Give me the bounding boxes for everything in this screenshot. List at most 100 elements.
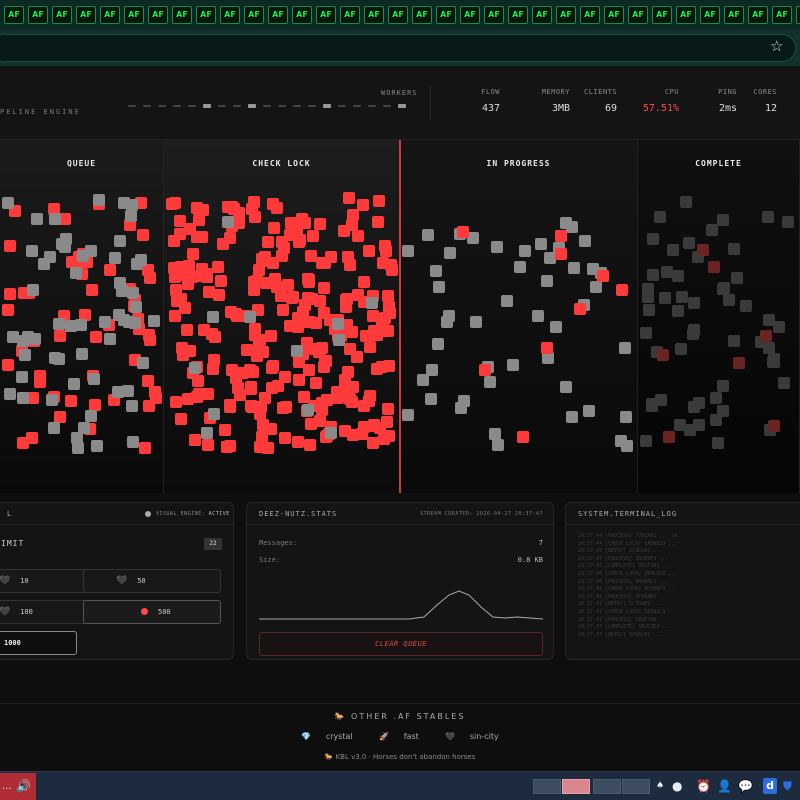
network-icon[interactable]: ♠ bbox=[656, 778, 664, 794]
speaker-icon[interactable]: 🔊 bbox=[16, 779, 31, 793]
browser-tab[interactable]: AF bbox=[148, 6, 168, 24]
browser-tab[interactable]: AF bbox=[676, 6, 696, 24]
browser-tab[interactable]: AF bbox=[4, 6, 24, 24]
browser-tab[interactable]: AF bbox=[172, 6, 192, 24]
task-dot bbox=[362, 244, 375, 257]
browser-tab[interactable]: AF bbox=[196, 6, 216, 24]
browser-tab[interactable]: AF bbox=[364, 6, 384, 24]
metric-label: CPU bbox=[664, 88, 679, 96]
browser-tab[interactable]: AF bbox=[604, 6, 624, 24]
browser-tab[interactable]: AF bbox=[52, 6, 72, 24]
metrics-divider bbox=[430, 86, 431, 120]
task-dot bbox=[53, 329, 66, 342]
user-icon[interactable]: 👤 bbox=[717, 778, 732, 794]
task-dot bbox=[127, 435, 140, 448]
task-dot bbox=[619, 411, 632, 424]
metric-value: 12 bbox=[764, 103, 777, 114]
browser-tab[interactable]: AF bbox=[292, 6, 312, 24]
task-dot bbox=[219, 424, 232, 437]
metric-label: FLOW bbox=[481, 88, 500, 96]
address-bar[interactable] bbox=[0, 34, 796, 62]
rate-option-50-button[interactable]: 🖤 50 bbox=[83, 569, 221, 593]
size-row: Size: 0.8 KB bbox=[259, 556, 543, 564]
task-dot bbox=[506, 358, 519, 371]
browser-tab[interactable]: AF bbox=[556, 6, 576, 24]
task-dot bbox=[293, 374, 306, 387]
app-d-icon[interactable]: d bbox=[763, 778, 777, 794]
alarm-icon[interactable]: ⏰ bbox=[696, 778, 711, 794]
task-dot bbox=[351, 288, 364, 301]
task-dot bbox=[343, 192, 356, 205]
metric-clients: CLIENTS 69 bbox=[584, 88, 617, 114]
browser-tab[interactable]: AF bbox=[316, 6, 336, 24]
log-line: 20:37:45 [COMPLETE] 9E1F3A2 ... bbox=[578, 563, 672, 570]
browser-tab[interactable]: AF bbox=[772, 6, 792, 24]
browser-tab[interactable]: AF bbox=[100, 6, 120, 24]
stable-link-fast[interactable]: 🚀 fast bbox=[373, 732, 425, 741]
task-dot bbox=[265, 330, 278, 343]
browser-tab[interactable]: AF bbox=[388, 6, 408, 24]
task-dot bbox=[433, 280, 446, 293]
task-dot bbox=[265, 361, 278, 374]
task-dot bbox=[139, 441, 152, 454]
task-dot bbox=[338, 381, 351, 394]
browser-tab[interactable]: AF bbox=[244, 6, 264, 24]
shield-icon[interactable]: ⛊ bbox=[783, 778, 792, 794]
task-dot bbox=[223, 401, 236, 414]
worker-slot bbox=[143, 105, 151, 107]
log-line: 20:37:47 [COMPLETE] 1B2C3D4 ... bbox=[578, 624, 672, 631]
browser-tab[interactable]: AF bbox=[484, 6, 504, 24]
worker-slot bbox=[293, 105, 301, 107]
browser-tab[interactable]: AF bbox=[76, 6, 96, 24]
task-dot bbox=[517, 431, 530, 444]
workspace-pager-3[interactable] bbox=[593, 779, 621, 794]
workspace-pager-2[interactable] bbox=[562, 779, 590, 794]
star-icon[interactable]: ☆ bbox=[770, 37, 783, 55]
browser-tab[interactable]: AF bbox=[436, 6, 456, 24]
browser-tab[interactable]: AF bbox=[628, 6, 648, 24]
browser-tab[interactable]: AF bbox=[580, 6, 600, 24]
browser-tab[interactable]: AF bbox=[748, 6, 768, 24]
task-dot bbox=[267, 221, 280, 234]
browser-tab[interactable]: AF bbox=[532, 6, 552, 24]
task-dot bbox=[142, 399, 155, 412]
rate-option-1000-button[interactable]: 1000 bbox=[0, 631, 77, 655]
browser-tab[interactable]: AF bbox=[508, 6, 528, 24]
task-dot bbox=[566, 221, 579, 234]
browser-tab[interactable]: AF bbox=[220, 6, 240, 24]
metric-value: 3MB bbox=[551, 103, 570, 114]
workspace-pager-4[interactable] bbox=[622, 779, 650, 794]
metric-flow: FLOW 437 bbox=[470, 88, 500, 114]
browser-tab[interactable]: AF bbox=[460, 6, 480, 24]
lock-boundary-line bbox=[399, 140, 401, 493]
workspace-pager-1[interactable] bbox=[533, 779, 561, 794]
task-dot bbox=[114, 235, 127, 248]
task-dot bbox=[65, 255, 78, 268]
stable-link-sin-city[interactable]: 🖤 sin-city bbox=[439, 732, 504, 741]
browser-tab[interactable]: AF bbox=[724, 6, 744, 24]
power-icon[interactable]: ● bbox=[672, 778, 682, 794]
browser-tab[interactable]: AF bbox=[412, 6, 432, 24]
chat-icon[interactable]: 💬 bbox=[738, 778, 753, 794]
stable-link-crystal[interactable]: 💎 crystal bbox=[295, 732, 358, 741]
rate-option-500-button[interactable]: 500 bbox=[83, 600, 221, 624]
browser-tab[interactable]: AF bbox=[340, 6, 360, 24]
column-title: IN PROGRESS bbox=[486, 159, 551, 168]
task-dot bbox=[225, 364, 238, 377]
column-queue: QUEUE bbox=[0, 140, 164, 493]
rate-limit-label: IMIT bbox=[1, 539, 25, 548]
browser-tab[interactable]: AF bbox=[124, 6, 144, 24]
task-dot bbox=[212, 261, 225, 274]
task-dot bbox=[316, 257, 329, 270]
browser-tab[interactable]: AF bbox=[268, 6, 288, 24]
browser-tab[interactable]: AF bbox=[796, 6, 800, 24]
engine-label: PELINE ENGINE bbox=[0, 108, 81, 116]
browser-tab[interactable]: AF bbox=[652, 6, 672, 24]
task-dot bbox=[262, 236, 275, 249]
task-dot bbox=[208, 408, 221, 420]
clear-queue-button[interactable]: CLEAR QUEUE bbox=[259, 632, 543, 656]
task-dot bbox=[761, 210, 774, 223]
browser-tab[interactable]: AF bbox=[700, 6, 720, 24]
browser-tab[interactable]: AF bbox=[28, 6, 48, 24]
task-dot bbox=[213, 288, 226, 301]
